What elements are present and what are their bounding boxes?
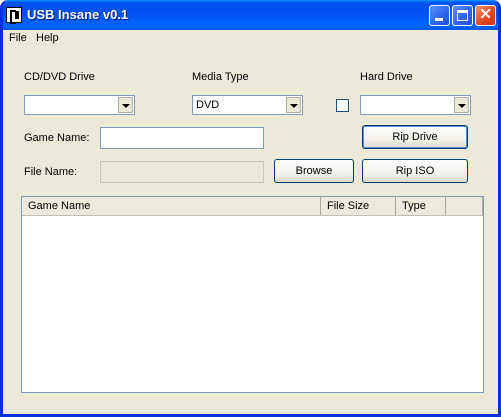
game-name-input[interactable] <box>100 127 264 149</box>
app-window: USB Insane v0.1 ✕ File Help CD/DVD Drive… <box>0 0 501 417</box>
rip-iso-button[interactable]: Rip ISO <box>362 159 468 183</box>
close-icon: ✕ <box>479 6 492 23</box>
file-name-input[interactable] <box>100 161 264 183</box>
file-name-label: File Name: <box>24 166 78 178</box>
chevron-down-icon[interactable] <box>118 97 133 113</box>
close-button[interactable]: ✕ <box>475 5 496 26</box>
column-extra[interactable] <box>446 197 483 215</box>
chevron-down-icon[interactable] <box>454 97 469 113</box>
menu-file[interactable]: File <box>9 32 27 44</box>
browse-button[interactable]: Browse <box>274 159 354 183</box>
games-list[interactable]: Game Name File Size Type <box>21 196 484 393</box>
hard-drive-checkbox[interactable] <box>336 99 349 112</box>
media-type-label: Media Type <box>192 71 249 83</box>
hard-drive-select[interactable] <box>360 95 471 115</box>
window-bottom-strip <box>3 398 498 414</box>
title-bar[interactable]: USB Insane v0.1 ✕ <box>3 0 498 30</box>
menu-help[interactable]: Help <box>36 32 59 44</box>
usb-insane-app-icon <box>6 7 22 24</box>
list-header: Game Name File Size Type <box>22 197 483 216</box>
maximize-button[interactable] <box>452 5 473 26</box>
cd-dvd-drive-select[interactable] <box>24 95 135 115</box>
chevron-down-icon[interactable] <box>286 97 301 113</box>
media-type-select[interactable]: DVD <box>192 95 303 115</box>
window-title: USB Insane v0.1 <box>27 7 129 22</box>
media-type-value: DVD <box>196 99 220 111</box>
column-file-size[interactable]: File Size <box>321 197 396 215</box>
hard-drive-label: Hard Drive <box>360 71 413 83</box>
game-name-label: Game Name: <box>24 132 90 144</box>
menu-bar: File Help <box>3 30 498 47</box>
maximize-icon <box>457 10 468 21</box>
column-game-name[interactable]: Game Name <box>22 197 321 215</box>
minimize-icon <box>435 18 443 21</box>
rip-drive-button[interactable]: Rip Drive <box>362 125 468 149</box>
column-type[interactable]: Type <box>396 197 446 215</box>
minimize-button[interactable] <box>429 5 450 26</box>
cd-dvd-drive-label: CD/DVD Drive <box>24 71 95 83</box>
